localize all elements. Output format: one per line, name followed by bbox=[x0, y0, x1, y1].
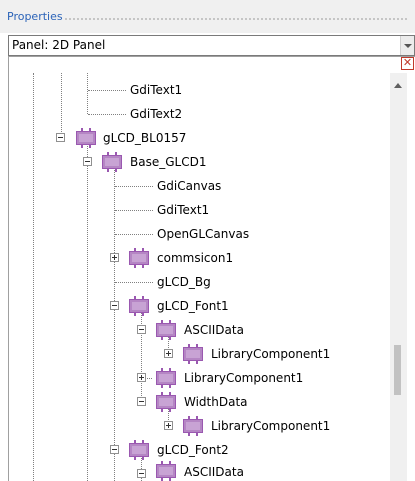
component-icon bbox=[74, 128, 98, 148]
component-icon bbox=[181, 344, 205, 364]
chevron-down-icon[interactable] bbox=[400, 36, 414, 55]
tree-connector bbox=[88, 114, 126, 115]
tree-guide-line bbox=[141, 306, 142, 402]
component-icon bbox=[154, 368, 178, 388]
tree-item-gditext2-top[interactable]: GdiText2 bbox=[130, 107, 182, 121]
tree-connector bbox=[88, 90, 126, 91]
tree-item-asciidata-2[interactable]: ASCIIData bbox=[184, 465, 244, 479]
scrollbar-thumb[interactable] bbox=[394, 345, 401, 395]
tree-item-gditext1-top[interactable]: GdiText1 bbox=[130, 83, 182, 97]
tree-guide-line bbox=[87, 73, 88, 114]
component-icon bbox=[154, 320, 178, 340]
component-icon bbox=[181, 416, 205, 436]
scroll-up-arrow-icon[interactable] bbox=[394, 83, 402, 88]
vertical-scrollbar[interactable] bbox=[390, 73, 407, 481]
component-icon bbox=[100, 152, 124, 172]
tree-item-librarycomponent1-c[interactable]: LibraryComponent1 bbox=[211, 419, 330, 433]
minus-icon[interactable] bbox=[137, 469, 146, 478]
component-icon bbox=[127, 248, 151, 268]
plus-icon[interactable] bbox=[137, 373, 146, 382]
tree-item-base-glcd1[interactable]: Base_GLCD1 bbox=[130, 155, 206, 169]
panel-title: Properties bbox=[7, 10, 63, 23]
tree-connector bbox=[115, 234, 153, 235]
tree-item-gditext1[interactable]: GdiText1 bbox=[157, 203, 209, 217]
component-icon bbox=[154, 392, 178, 412]
minus-icon[interactable] bbox=[137, 325, 146, 334]
plus-icon[interactable] bbox=[164, 349, 173, 358]
minus-icon[interactable] bbox=[137, 397, 146, 406]
minus-icon[interactable] bbox=[83, 157, 92, 166]
tree-item-commsicon1[interactable]: commsicon1 bbox=[157, 251, 233, 265]
component-icon bbox=[127, 296, 151, 316]
tree-item-librarycomponent1-a[interactable]: LibraryComponent1 bbox=[211, 347, 330, 361]
tree-item-widthdata[interactable]: WidthData bbox=[184, 395, 248, 409]
component-icon bbox=[154, 461, 178, 481]
plus-icon[interactable] bbox=[164, 421, 173, 430]
tree-guide-line bbox=[33, 73, 34, 481]
tree-item-asciidata-1[interactable]: ASCIIData bbox=[184, 323, 244, 337]
panel-selector-value: Panel: 2D Panel bbox=[12, 38, 106, 52]
tree-item-glcd-bl0157[interactable]: gLCD_BL0157 bbox=[103, 131, 186, 145]
minus-icon[interactable] bbox=[110, 301, 119, 310]
properties-header: Properties bbox=[0, 0, 415, 33]
close-icon[interactable]: ✕ bbox=[401, 57, 414, 70]
component-icon bbox=[127, 440, 151, 460]
tree-connector bbox=[115, 282, 153, 283]
tree-connector bbox=[115, 186, 153, 187]
minus-icon[interactable] bbox=[56, 133, 65, 142]
minus-icon[interactable] bbox=[110, 445, 119, 454]
tree-item-librarycomponent1-b[interactable]: LibraryComponent1 bbox=[184, 371, 303, 385]
tree-item-glcd-font2[interactable]: gLCD_Font2 bbox=[157, 443, 229, 457]
tree-item-glcd-font1[interactable]: gLCD_Font1 bbox=[157, 299, 229, 313]
tree-item-gdicanvas[interactable]: GdiCanvas bbox=[157, 179, 221, 193]
header-grip[interactable] bbox=[64, 17, 409, 22]
tree-item-openglcanvas[interactable]: OpenGLCanvas bbox=[157, 227, 249, 241]
tree-connector bbox=[115, 210, 153, 211]
component-tree bbox=[8, 56, 415, 481]
tree-item-glcd-bg[interactable]: gLCD_Bg bbox=[157, 275, 211, 289]
plus-icon[interactable] bbox=[110, 253, 119, 262]
tree-guide-line bbox=[87, 138, 88, 481]
tree-guide-line bbox=[61, 73, 62, 138]
panel-selector[interactable]: Panel: 2D Panel bbox=[8, 35, 415, 56]
